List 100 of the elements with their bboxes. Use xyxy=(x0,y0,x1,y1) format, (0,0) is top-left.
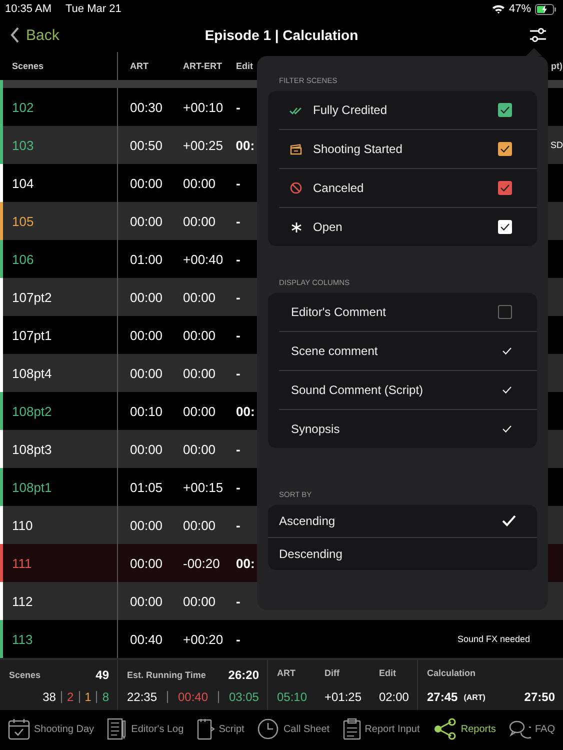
summary-label: ART xyxy=(277,668,296,678)
table-cell: 00: xyxy=(236,556,255,570)
scene-cell: 102 xyxy=(12,100,34,114)
column-option[interactable]: Sound Comment (Script) xyxy=(279,371,537,410)
chevron-left-icon xyxy=(10,27,20,43)
table-cell: 00:00 xyxy=(183,594,216,608)
table-cell: Sound FX needed xyxy=(457,634,530,644)
scene-cell: 112 xyxy=(12,594,33,608)
running-time-value: 22:35 xyxy=(127,690,158,704)
checkbox[interactable] xyxy=(498,305,512,319)
summary-tag: (ART) xyxy=(464,692,486,702)
table-cell: - xyxy=(236,366,240,380)
table-cell: 00:00 xyxy=(183,214,216,228)
filter-item[interactable]: Canceled xyxy=(279,169,537,208)
column-header: Scenes xyxy=(12,61,44,71)
column-header: pt) xyxy=(551,61,562,71)
table-cell: - xyxy=(236,100,240,114)
column-option[interactable]: Scene comment xyxy=(279,332,537,371)
scene-cell: 106 xyxy=(12,252,34,266)
battery-icon xyxy=(535,4,557,14)
table-cell: 00:00 xyxy=(183,366,216,380)
table-cell: +00:10 xyxy=(183,100,224,114)
filter-item[interactable]: Open xyxy=(279,208,537,246)
table-cell: 00:30 xyxy=(130,100,163,114)
scene-cell: 111 xyxy=(12,556,32,570)
table-cell: +00:20 xyxy=(183,632,224,646)
calendar-icon xyxy=(8,718,30,740)
table-cell: 00:00 xyxy=(130,176,163,190)
summary-label: Diff xyxy=(324,668,340,678)
table-cell: 01:00 xyxy=(130,252,163,266)
screen-title: Episode 1 | Calculation xyxy=(204,27,358,43)
settings-icon[interactable] xyxy=(529,27,547,43)
scene-count: 8 xyxy=(102,690,109,704)
table-cell: - xyxy=(236,252,240,266)
table-cell: 00:00 xyxy=(183,176,216,190)
scene-cell: 108pt3 xyxy=(12,442,52,456)
scene-cell: 113 xyxy=(12,632,33,646)
scene-count: 2 xyxy=(66,690,74,704)
scene-count: 1 xyxy=(84,690,92,704)
table-cell: 01:05 xyxy=(130,480,163,494)
table-cell: - xyxy=(236,442,240,456)
tab-item[interactable]: Script xyxy=(196,718,244,740)
tab-item[interactable]: Call Sheet xyxy=(257,718,330,740)
running-time-value: 00:40 xyxy=(178,690,208,704)
filter-item[interactable]: Shooting Started xyxy=(279,130,537,169)
table-cell: - xyxy=(236,328,240,342)
chat-icon xyxy=(508,719,531,739)
back-button[interactable]: Back xyxy=(0,26,60,44)
table-cell: SD xyxy=(550,140,563,150)
clipboard-icon xyxy=(342,718,361,740)
table-cell: - xyxy=(236,214,240,228)
table-cell: 00:00 xyxy=(130,518,163,532)
table-cell: 00:00 xyxy=(130,442,163,456)
table-cell: - xyxy=(236,594,240,608)
summary-label: Est. Running Time xyxy=(127,670,206,680)
scene-cell: 107pt1 xyxy=(12,328,52,342)
scene-cell: 105 xyxy=(12,214,34,228)
table-cell: 00:00 xyxy=(183,290,216,304)
clock-icon xyxy=(257,718,280,740)
filter-item[interactable]: Fully Credited xyxy=(279,91,537,130)
table-cell: - xyxy=(236,518,240,532)
scene-cell: 108pt4 xyxy=(12,366,52,380)
share-icon xyxy=(432,718,457,740)
running-time-value: 03:05 xyxy=(228,690,259,704)
table-cell: - xyxy=(236,290,240,304)
table-cell: 00:00 xyxy=(130,366,163,380)
table-cell: +00:15 xyxy=(183,480,224,494)
summary-value: 49 xyxy=(96,668,109,682)
summary-value: 27:45 xyxy=(427,690,458,704)
table-cell: 00:00 xyxy=(130,556,163,570)
table-cell: - xyxy=(236,480,240,494)
checkbox[interactable] xyxy=(498,103,512,117)
table-cell: 00:00 xyxy=(183,404,216,418)
scene-cell: 110 xyxy=(12,518,33,532)
tab-item[interactable]: Shooting Day xyxy=(8,718,94,740)
sort-option[interactable]: Descending xyxy=(268,538,537,570)
column-option[interactable]: Editor's Comment xyxy=(279,293,537,332)
tab-item[interactable]: Editor's Log xyxy=(107,718,184,740)
sort-option[interactable]: Ascending xyxy=(268,505,537,538)
scene-cell: 107pt2 xyxy=(12,290,52,304)
column-header: ART-ERT xyxy=(183,61,222,71)
summary-value: 02:00 xyxy=(378,690,409,704)
summary-label: Scenes xyxy=(9,670,41,680)
checkbox[interactable] xyxy=(498,181,512,195)
summary-value: 26:20 xyxy=(228,668,259,682)
table-cell: 00:00 xyxy=(130,328,163,342)
page-icon xyxy=(196,718,215,740)
table-cell: 00: xyxy=(236,404,255,418)
table-cell: 00:00 xyxy=(130,290,163,304)
scene-cell: 108pt2 xyxy=(12,404,52,418)
tab-item[interactable]: Report Input xyxy=(342,718,420,740)
tab-item[interactable]: FAQ xyxy=(508,719,555,739)
table-cell: +00:25 xyxy=(182,138,223,152)
table-cell: 00: xyxy=(236,138,255,152)
scene-cell: 103 xyxy=(12,138,34,152)
checkbox[interactable] xyxy=(498,142,512,156)
status-date: Tue Mar 21 xyxy=(65,3,122,15)
tab-item[interactable]: Reports xyxy=(432,718,496,740)
column-header: Edit xyxy=(236,61,253,71)
column-option[interactable]: Synopsis xyxy=(279,410,537,448)
